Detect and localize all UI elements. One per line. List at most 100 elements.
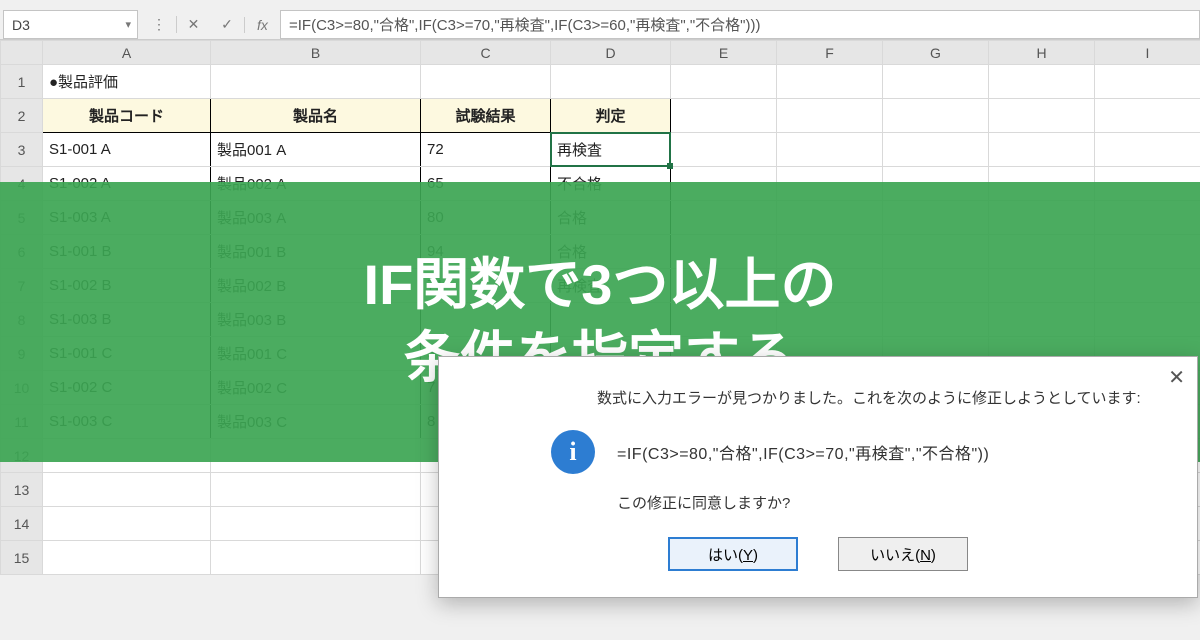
cell[interactable] (1095, 201, 1200, 235)
cell[interactable] (671, 167, 777, 201)
cell[interactable] (43, 439, 211, 473)
cell[interactable] (989, 235, 1095, 269)
cell[interactable] (777, 133, 883, 167)
cell[interactable] (211, 439, 421, 473)
cell[interactable] (883, 303, 989, 337)
cell-name[interactable]: 製品002 A (211, 167, 421, 201)
cell[interactable] (1095, 65, 1200, 99)
chevron-down-icon[interactable]: ▾ (125, 18, 131, 31)
close-icon[interactable]: ✕ (1168, 365, 1185, 390)
cell[interactable] (211, 541, 421, 575)
cell[interactable] (1095, 235, 1200, 269)
row-header[interactable]: 10 (1, 371, 43, 405)
cell[interactable] (777, 269, 883, 303)
cell-code[interactable]: S1-001 B (43, 235, 211, 269)
row-header[interactable]: 9 (1, 337, 43, 371)
cell[interactable] (883, 269, 989, 303)
cell[interactable] (1095, 303, 1200, 337)
cell-name[interactable]: 製品001 A (211, 133, 421, 167)
cell-name[interactable]: 製品003 C (211, 405, 421, 439)
table-header-code[interactable]: 製品コード (43, 99, 211, 133)
cell-name[interactable]: 製品001 B (211, 235, 421, 269)
cell-score[interactable]: 65 (421, 167, 551, 201)
cell-score[interactable]: 80 (421, 201, 551, 235)
cell-code[interactable]: S1-002 C (43, 371, 211, 405)
cell-judge[interactable]: 合格 (551, 235, 671, 269)
yes-button[interactable]: はい(Y) (668, 537, 798, 571)
cell[interactable] (989, 99, 1095, 133)
cell[interactable] (777, 167, 883, 201)
cell-code[interactable]: S1-001 A (43, 133, 211, 167)
cell-code[interactable]: S1-003 C (43, 405, 211, 439)
col-header-D[interactable]: D (551, 41, 671, 65)
cell[interactable] (671, 235, 777, 269)
formula-input[interactable]: =IF(C3>=80,"合格",IF(C3>=70,"再検査",IF(C3>=6… (280, 10, 1200, 39)
cell-score[interactable]: 71 (421, 269, 551, 303)
cell[interactable] (989, 65, 1095, 99)
no-button[interactable]: いいえ(N) (838, 537, 968, 571)
table-header-judge[interactable]: 判定 (551, 99, 671, 133)
row-header[interactable]: 1 (1, 65, 43, 99)
cell-code[interactable]: S1-002 A (43, 167, 211, 201)
cell[interactable] (671, 133, 777, 167)
enter-formula-icon[interactable]: ✓ (210, 16, 244, 33)
cell-code[interactable]: S1-002 B (43, 269, 211, 303)
cell[interactable] (989, 269, 1095, 303)
row-header[interactable]: 3 (1, 133, 43, 167)
cell[interactable] (671, 201, 777, 235)
col-header-G[interactable]: G (883, 41, 989, 65)
cell[interactable] (671, 303, 777, 337)
cell[interactable] (883, 65, 989, 99)
cancel-formula-icon[interactable]: ✕ (176, 16, 210, 33)
row-header[interactable]: 12 (1, 439, 43, 473)
row-header[interactable]: 4 (1, 167, 43, 201)
cell[interactable] (883, 201, 989, 235)
row-header[interactable]: 14 (1, 507, 43, 541)
cell-code[interactable]: S1-001 C (43, 337, 211, 371)
cell-judge[interactable]: 再検査 (551, 269, 671, 303)
cell-name[interactable]: 製品002 B (211, 269, 421, 303)
cell[interactable] (551, 65, 671, 99)
col-header-A[interactable]: A (43, 41, 211, 65)
cell[interactable] (777, 99, 883, 133)
row-header[interactable]: 5 (1, 201, 43, 235)
cell[interactable] (1095, 167, 1200, 201)
cell[interactable] (777, 235, 883, 269)
cell[interactable] (43, 507, 211, 541)
col-header-B[interactable]: B (211, 41, 421, 65)
row-header[interactable]: 11 (1, 405, 43, 439)
col-header-C[interactable]: C (421, 41, 551, 65)
name-box[interactable]: D3 ▾ (3, 10, 138, 39)
col-header-F[interactable]: F (777, 41, 883, 65)
row-header[interactable]: 15 (1, 541, 43, 575)
cell[interactable] (671, 99, 777, 133)
cell-name[interactable]: 製品003 B (211, 303, 421, 337)
row-header[interactable]: 6 (1, 235, 43, 269)
cell-code[interactable]: S1-003 B (43, 303, 211, 337)
cell[interactable] (211, 65, 421, 99)
row-header[interactable]: 8 (1, 303, 43, 337)
cell[interactable] (989, 303, 1095, 337)
table-header-score[interactable]: 試験結果 (421, 99, 551, 133)
cell[interactable] (43, 473, 211, 507)
cell[interactable] (883, 133, 989, 167)
cell-score[interactable] (421, 303, 551, 337)
row-header[interactable]: 13 (1, 473, 43, 507)
cell-score[interactable]: 94 (421, 235, 551, 269)
cell[interactable] (883, 99, 989, 133)
select-all-corner[interactable] (1, 41, 43, 65)
cell[interactable] (421, 65, 551, 99)
cell-score[interactable]: 72 (421, 133, 551, 167)
cell[interactable] (1095, 99, 1200, 133)
col-header-I[interactable]: I (1095, 41, 1200, 65)
cell[interactable] (989, 167, 1095, 201)
cell[interactable] (671, 65, 777, 99)
cell[interactable] (777, 201, 883, 235)
cell-name[interactable]: 製品001 C (211, 337, 421, 371)
cell[interactable] (1095, 269, 1200, 303)
cell[interactable] (883, 235, 989, 269)
cell[interactable] (1095, 133, 1200, 167)
col-header-E[interactable]: E (671, 41, 777, 65)
cell-name[interactable]: 製品002 C (211, 371, 421, 405)
cell[interactable] (989, 201, 1095, 235)
